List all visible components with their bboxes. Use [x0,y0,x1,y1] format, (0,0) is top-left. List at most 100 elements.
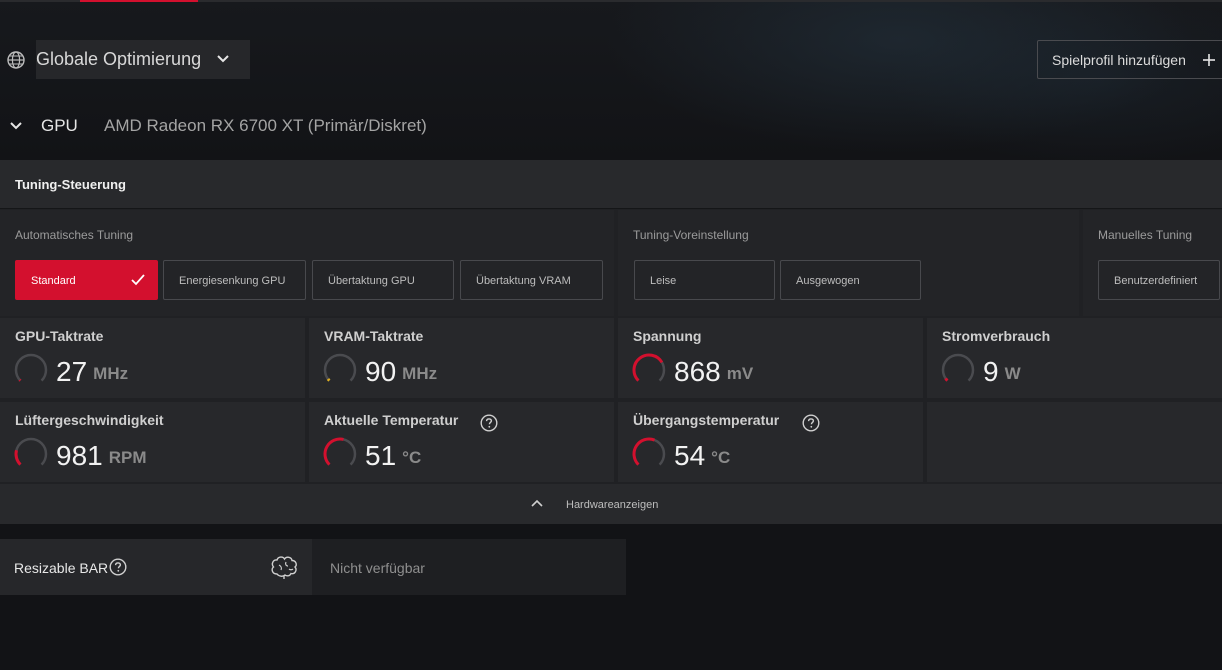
tuning-panel: Tuning-Steuerung Automatisches Tuning St… [0,160,1222,524]
add-game-profile-label: Spielprofil hinzufügen [1052,51,1186,68]
gauge-icon [632,353,666,382]
metric-label: Stromverbrauch [942,328,1051,344]
metric-junction-temperature: Übergangstemperatur 54 °C [618,402,923,482]
check-icon [131,274,145,286]
metric-label: VRAM-Taktrate [324,328,424,344]
metric-value: 9 [983,356,999,387]
gpu-label: GPU [41,116,78,135]
help-icon[interactable] [480,414,498,432]
gauge-fill [632,353,664,382]
metric-label: Übergangstemperatur [633,412,780,428]
tuning-preset-group: Tuning-Voreinstellung Leise Ausgewogen [618,210,1079,316]
metric-label: Spannung [633,328,702,344]
metric-value: 51 [365,440,397,471]
gauge-icon [14,437,48,466]
gauge-track [14,353,48,382]
chevron-down-icon [217,55,229,63]
gpu-name: AMD Radeon RX 6700 XT (Primär/Diskret) [104,116,427,135]
gauge-icon [323,437,357,466]
chevron-up-icon [531,499,543,507]
gauge-fill [14,449,22,466]
manual-tuning-title: Manuelles Tuning [1098,228,1193,242]
metric-value-row: 9W [983,356,1021,388]
metric-unit: RPM [108,448,147,467]
metric-label: GPU-Taktrate [15,328,104,344]
preset-quiet-label: Leise [650,275,677,287]
metric-gpu-clock: GPU-Taktrate 27 MHz [0,318,305,398]
preset-custom-label: Benutzerdefiniert [1114,275,1198,287]
metric-value: 868 [674,356,721,387]
hardware-metrics-toggle[interactable]: Hardwareanzeigen [0,484,1222,524]
preset-undervolt-gpu-label: Energiesenkung GPU [179,275,286,287]
metric-value: 90 [365,356,397,387]
preset-undervolt-gpu-button[interactable]: Energiesenkung GPU [163,260,306,300]
preset-overclock-gpu-button[interactable]: Übertaktung GPU [312,260,454,300]
auto-tuning-title: Automatisches Tuning [15,228,134,242]
gauge-fill [323,437,344,466]
metric-power: Stromverbrauch 9W [927,318,1222,398]
hardware-metrics-label: Hardwareanzeigen [566,499,659,511]
preset-quiet-button[interactable]: Leise [634,260,775,300]
gauge-icon [14,353,48,382]
preset-balanced-button[interactable]: Ausgewogen [780,260,921,300]
scope-dropdown-label: Globale Optimierung [36,49,202,69]
manual-tuning-group: Manuelles Tuning Benutzerdefiniert [1083,210,1222,316]
metric-value-row: 51 °C [365,440,421,472]
metric-value-row: 868 mV [674,356,753,388]
gpu-section-header[interactable]: GPU AMD Radeon RX 6700 XT (Primär/Diskre… [0,112,600,140]
metric-value: 27 [56,356,88,387]
tuning-preset-title: Tuning-Voreinstellung [633,228,749,242]
gauge-icon [941,353,975,382]
resizable-bar-status: Nicht verfügbar [330,560,425,576]
preset-balanced-label: Ausgewogen [796,275,860,287]
gauge-icon [632,437,666,466]
gauge-fill [632,437,656,466]
metric-voltage: Spannung 868 mV [618,318,923,398]
help-icon[interactable] [109,558,127,576]
plus-icon [1203,54,1215,66]
metric-unit: mV [726,364,754,383]
metric-value: 54 [674,440,706,471]
metric-value-row: 90 MHz [365,356,437,388]
metric-empty-slot [927,402,1222,482]
metric-unit: °C [711,448,731,467]
gauge-track [323,353,357,382]
metric-fan-speed: Lüftergeschwindigkeit 981 RPM [0,402,305,482]
metric-vram-clock: VRAM-Taktrate 90 MHz [309,318,614,398]
metric-value: 981 [56,440,103,471]
preset-overclock-vram-label: Übertaktung VRAM [476,275,571,287]
tuning-panel-title: Tuning-Steuerung [0,160,1222,209]
metric-label: Lüftergeschwindigkeit [15,412,164,428]
resizable-bar-label: Resizable BAR [14,560,109,576]
scope-dropdown[interactable]: Globale Optimierung [36,40,250,79]
metric-value-row: 981 RPM [56,440,147,472]
metric-unit: MHz [402,364,438,383]
metric-unit: W [1004,364,1021,383]
help-icon[interactable] [802,414,820,432]
preset-standard-button[interactable]: Standard [15,260,158,300]
active-tab-indicator [80,0,198,2]
metric-current-temperature: Aktuelle Temperatur 51 °C [309,402,614,482]
top-tab-strip [0,0,1222,2]
metric-unit: °C [402,448,422,467]
gauge-fill [944,377,949,382]
gauge-fill [18,378,22,382]
preset-standard-label: Standard [31,275,76,287]
brain-icon [271,556,297,579]
preset-custom-button[interactable]: Benutzerdefiniert [1098,260,1220,300]
gauge-track [14,437,48,466]
gauge-fill [326,378,331,382]
metric-unit: MHz [93,364,129,383]
add-game-profile-button[interactable]: Spielprofil hinzufügen [1037,40,1222,79]
chevron-down-icon [10,122,22,130]
metric-label: Aktuelle Temperatur [324,412,459,428]
metric-value-row: 54 °C [674,440,730,472]
metric-value-row: 27 MHz [56,356,128,388]
globe-icon [7,51,25,69]
preset-overclock-gpu-label: Übertaktung GPU [328,275,415,287]
resizable-bar-row: Resizable BAR Nicht verfügbar [0,539,626,595]
gauge-icon [323,353,357,382]
gauge-track [941,353,975,382]
auto-tuning-group: Automatisches Tuning Standard Energiesen… [0,210,614,316]
preset-overclock-vram-button[interactable]: Übertaktung VRAM [460,260,603,300]
